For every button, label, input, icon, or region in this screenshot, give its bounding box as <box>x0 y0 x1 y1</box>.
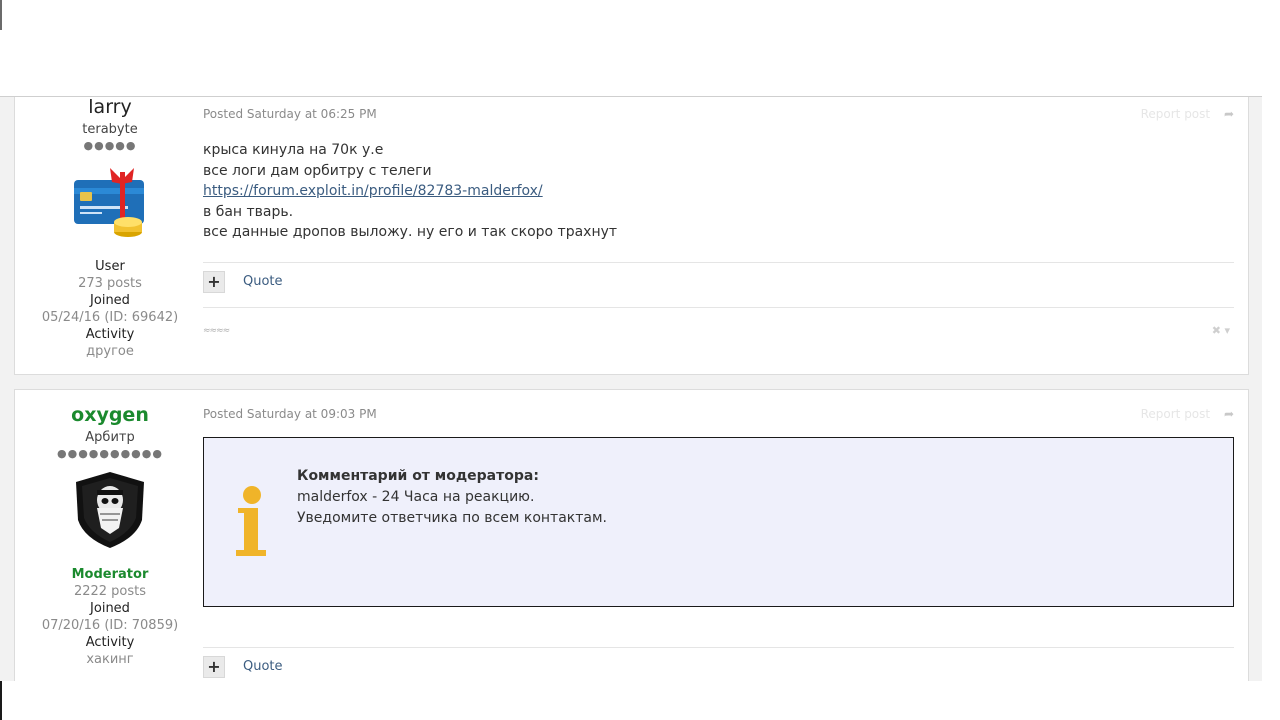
share-icon[interactable]: ➦ <box>1224 407 1234 421</box>
activity-value: хакинг <box>86 652 134 667</box>
browser-top-area <box>0 0 1280 97</box>
quote-button[interactable]: Quote <box>243 274 283 289</box>
joined-label: Joined <box>90 601 130 616</box>
post-tools: Report post ➦ <box>1141 407 1234 421</box>
author-meta: Moderator 2222 posts Joined 07/20/16 (ID… <box>15 566 205 668</box>
post-line: в бан тварь. <box>203 203 294 220</box>
rank-pips: ●●●●● <box>83 139 137 152</box>
author-meta: User 273 posts Joined 05/24/16 (ID: 6964… <box>15 258 205 360</box>
close-icon[interactable]: ✖ ▾ <box>1212 324 1230 337</box>
joined-date: 07/20/16 (ID: 70859) <box>41 618 179 633</box>
signature-image: ≈≈≈≈ <box>203 325 230 336</box>
post-line: все логи дам орбитру с телеги <box>203 162 432 179</box>
window-edge <box>0 681 2 720</box>
signature: ≈≈≈≈ ✖ ▾ <box>203 308 1234 352</box>
post-author-panel: oxygen Арбитр ●●●●●●●●●● Moderator 2222 … <box>15 404 205 668</box>
post-timestamp[interactable]: Posted Saturday at 09:03 PM <box>203 407 1234 421</box>
forum-post: larry terabyte ●●●●● User 273 posts Join… <box>14 97 1249 375</box>
moderator-comment-text: Комментарий от модератора: malderfox - 2… <box>297 466 607 529</box>
author-post-count: 2222 posts <box>73 584 147 599</box>
profile-link[interactable]: https://forum.exploit.in/profile/82783-m… <box>203 183 543 199</box>
post-actions: + Quote <box>203 263 1234 307</box>
post-line: крыса кинула на 70к у.е <box>203 142 384 158</box>
author-title: Арбитр <box>85 430 135 445</box>
author-title: terabyte <box>82 122 138 137</box>
report-post-link[interactable]: Report post <box>1141 107 1211 121</box>
author-post-count: 273 posts <box>78 276 142 291</box>
bottom-edge <box>0 681 1280 720</box>
post-tools: Report post ➦ <box>1141 107 1234 121</box>
moderator-comment-line: Уведомите ответчика по всем контактам. <box>297 510 607 526</box>
forum-post: oxygen Арбитр ●●●●●●●●●● Moderator 2222 … <box>14 389 1249 681</box>
header-divider <box>0 96 1262 97</box>
post-line: все данные дропов выложу. ну его и так с… <box>203 224 618 240</box>
moderator-comment-heading: Комментарий от модератора: <box>297 468 539 484</box>
post-actions: + Quote <box>203 648 1234 681</box>
rank-pips: ●●●●●●●●●● <box>57 447 163 460</box>
author-role: Moderator <box>71 567 149 582</box>
activity-label: Activity <box>85 327 135 342</box>
quote-button[interactable]: Quote <box>243 659 283 674</box>
activity-label: Activity <box>85 635 135 650</box>
joined-date: 05/24/16 (ID: 69642) <box>41 310 179 325</box>
post-timestamp[interactable]: Posted Saturday at 06:25 PM <box>203 107 1234 121</box>
info-icon <box>234 486 270 560</box>
multiquote-button[interactable]: + <box>203 656 225 678</box>
post-content: Posted Saturday at 06:25 PM Report post … <box>203 107 1234 352</box>
thread-content[interactable]: larry terabyte ●●●●● User 273 posts Join… <box>0 97 1262 681</box>
moderator-comment: Комментарий от модератора: malderfox - 2… <box>203 437 1234 607</box>
joined-label: Joined <box>90 293 130 308</box>
author-username[interactable]: oxygen <box>15 404 205 426</box>
report-post-link[interactable]: Report post <box>1141 407 1211 421</box>
shield-skull-avatar[interactable] <box>70 470 150 550</box>
post-body: крыса кинула на 70к у.е все логи дам орб… <box>203 140 1234 243</box>
post-content: Posted Saturday at 09:03 PM Report post … <box>203 407 1234 681</box>
credit-card-gift-avatar[interactable] <box>70 162 150 242</box>
activity-value: другое <box>86 344 134 359</box>
multiquote-button[interactable]: + <box>203 270 225 293</box>
window-edge <box>0 0 2 30</box>
post-author-panel: larry terabyte ●●●●● User 273 posts Join… <box>15 97 205 360</box>
share-icon[interactable]: ➦ <box>1224 107 1234 121</box>
author-role: User <box>95 259 125 274</box>
moderator-comment-line: malderfox - 24 Часа на реакцию. <box>297 489 535 505</box>
author-username[interactable]: larry <box>15 97 205 118</box>
